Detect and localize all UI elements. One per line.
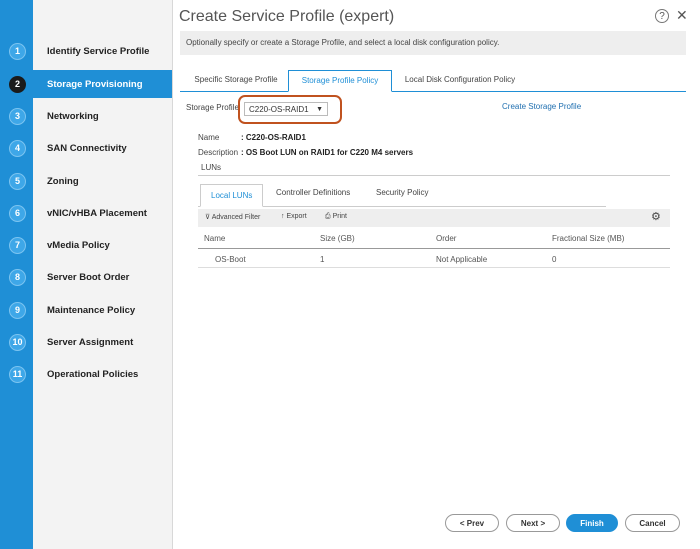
column-header-fractional-size[interactable]: Fractional Size (MB) (552, 234, 624, 243)
tab-local-luns[interactable]: Local LUNs (200, 184, 264, 207)
print-button[interactable]: ⎙ Print (325, 213, 347, 221)
profile-name-row: Name (198, 133, 219, 142)
tab-storage-profile-policy[interactable]: Storage Profile Policy (288, 70, 392, 92)
next-button[interactable]: Next > (506, 514, 560, 532)
export-label: Export (286, 213, 307, 220)
nav-item-vnic-vhba-placement[interactable]: 6 vNIC/vHBA Placement (0, 199, 172, 227)
cancel-button[interactable]: Cancel (625, 514, 680, 532)
info-banner: Optionally specify or create a Storage P… (180, 31, 686, 55)
nav-item-zoning[interactable]: 5 Zoning (0, 167, 172, 195)
export-icon: ↑ (281, 213, 285, 220)
advanced-filter-button[interactable]: ⊽ Advanced Filter (205, 213, 260, 221)
step-number: 10 (9, 333, 26, 351)
nav-item-maintenance-policy[interactable]: 9 Maintenance Policy (0, 296, 172, 324)
nav-item-label: vNIC/vHBA Placement (47, 207, 147, 219)
nav-item-storage-provisioning[interactable]: 2 Storage Provisioning (0, 70, 172, 98)
storage-tabs: Specific Storage Profile Storage Profile… (180, 70, 686, 92)
description-value: : OS Boot LUN on RAID1 for C220 M4 serve… (241, 148, 414, 157)
nav-item-label: SAN Connectivity (47, 142, 127, 154)
nav-item-operational-policies[interactable]: 11 Operational Policies (0, 360, 172, 388)
finish-button[interactable]: Finish (566, 514, 618, 532)
table-header-divider (198, 248, 670, 249)
divider (198, 175, 670, 176)
nav-item-label: Operational Policies (47, 368, 139, 380)
table-toolbar: ⊽ Advanced Filter ↑ Export ⎙ Print (198, 209, 670, 227)
nav-item-vmedia-policy[interactable]: 7 vMedia Policy (0, 231, 172, 259)
nav-divider (172, 0, 173, 549)
cell-name: OS-Boot (215, 255, 246, 264)
row-divider (198, 267, 670, 268)
step-number: 4 (9, 139, 26, 157)
nav-item-networking[interactable]: 3 Networking (0, 102, 172, 130)
tab-local-disk-configuration-policy[interactable]: Local Disk Configuration Policy (396, 70, 524, 90)
nav-item-label: Server Boot Order (47, 271, 130, 283)
tab-specific-storage-profile[interactable]: Specific Storage Profile (184, 70, 288, 90)
advanced-filter-label: Advanced Filter (211, 214, 261, 221)
lun-subtabs: Local LUNs Controller Definitions Securi… (198, 184, 606, 207)
storage-profile-label: Storage Profile (186, 103, 239, 112)
print-label: Print (332, 213, 347, 220)
step-number: 11 (9, 365, 26, 383)
dialog-title: Create Service Profile (expert) (179, 8, 395, 25)
close-icon[interactable]: ✕ (676, 7, 688, 24)
step-number: 6 (9, 204, 26, 222)
luns-heading: LUNs (201, 163, 222, 172)
tab-security-policy[interactable]: Security Policy (376, 188, 428, 197)
step-number: 9 (9, 301, 26, 319)
step-number: 1 (9, 42, 26, 60)
nav-item-label: Server Assignment (47, 336, 134, 348)
callout-highlight (238, 95, 342, 124)
nav-item-label: Storage Provisioning (47, 78, 143, 90)
nav-item-san-connectivity[interactable]: 4 SAN Connectivity (0, 134, 172, 162)
help-icon[interactable]: ? (655, 9, 669, 23)
nav-item-server-assignment[interactable]: 10 Server Assignment (0, 328, 172, 356)
step-number: 7 (9, 236, 26, 254)
profile-description-value-row: : OS Boot LUN on RAID1 for C220 M4 serve… (241, 148, 413, 157)
name-key: Name (198, 133, 220, 142)
filter-icon: ⊽ (205, 214, 211, 221)
nav-item-label: Networking (47, 110, 99, 122)
profile-description-row: Description (198, 148, 238, 157)
step-number: 5 (9, 172, 26, 190)
tab-controller-definitions[interactable]: Controller Definitions (276, 188, 350, 197)
step-number: 8 (9, 268, 26, 286)
column-header-name[interactable]: Name (204, 234, 225, 243)
wizard-nav: 1 Identify Service Profile 2 Storage Pro… (0, 0, 172, 549)
nav-item-label: Zoning (47, 175, 79, 187)
cell-fractional-size: 0 (552, 255, 557, 264)
step-number: 3 (9, 107, 26, 125)
nav-item-identify-service-profile[interactable]: 1 Identify Service Profile (0, 37, 172, 65)
description-key: Description (198, 148, 239, 157)
step-number: 2 (9, 75, 26, 93)
column-header-size[interactable]: Size (GB) (320, 234, 355, 243)
create-storage-profile-link[interactable]: Create Storage Profile (502, 102, 581, 111)
export-button[interactable]: ↑ Export (281, 213, 307, 220)
nav-item-label: Identify Service Profile (47, 45, 150, 57)
name-value: : C220-OS-RAID1 (241, 133, 306, 142)
column-header-order[interactable]: Order (436, 234, 456, 243)
gear-icon[interactable]: ⚙ (651, 210, 661, 223)
prev-button[interactable]: < Prev (445, 514, 499, 532)
nav-item-label: Maintenance Policy (47, 304, 136, 316)
nav-item-server-boot-order[interactable]: 8 Server Boot Order (0, 263, 172, 291)
profile-name-value-row: : C220-OS-RAID1 (241, 133, 306, 142)
print-icon: ⎙ (325, 213, 331, 220)
cell-order: Not Applicable (436, 255, 488, 264)
cell-size: 1 (320, 255, 325, 264)
nav-item-label: vMedia Policy (47, 239, 110, 251)
